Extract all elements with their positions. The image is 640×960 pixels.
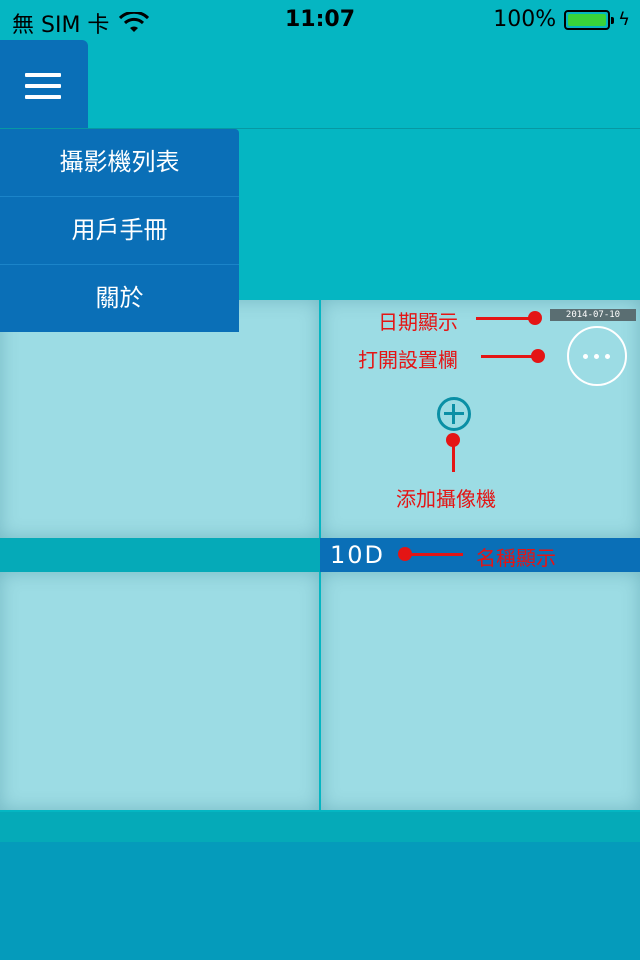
status-right: 100% ϟ	[493, 7, 630, 32]
camera-cell-3[interactable]	[0, 572, 319, 810]
annotation-open-settings: 打開設置欄	[358, 348, 458, 372]
bottom-strip	[0, 812, 640, 842]
hamburger-menu-icon	[25, 73, 61, 77]
menu-item-user-manual[interactable]: 用戶手冊	[0, 197, 239, 265]
camera-cell-1[interactable]	[0, 300, 319, 538]
camera-name: 10D	[330, 541, 386, 569]
annotation-dot	[531, 349, 545, 363]
annotation-dot	[528, 311, 542, 325]
annotation-date-display: 日期顯示	[378, 310, 458, 334]
charging-bolt-icon: ϟ	[618, 9, 630, 30]
more-dots-icon	[583, 354, 588, 359]
menu-item-camera-list[interactable]: 攝影機列表	[0, 129, 239, 197]
add-camera-button[interactable]	[437, 397, 471, 431]
date-timestamp: 2014-07-10 14:06:01	[550, 309, 636, 321]
battery-percent: 100%	[493, 7, 557, 32]
annotation-name-display: 名稱顯示	[476, 546, 556, 570]
annotation-line	[452, 440, 455, 472]
status-bar: 無 SIM 卡 11:07 100% ϟ	[0, 0, 640, 40]
menu-item-about[interactable]: 關於	[0, 265, 239, 332]
settings-button[interactable]	[567, 326, 627, 386]
annotation-add-camera: 添加攝像機	[396, 487, 496, 511]
battery-icon	[564, 9, 615, 30]
camera-cell-4[interactable]	[321, 572, 640, 810]
menu-button[interactable]	[0, 40, 88, 128]
annotation-line	[481, 355, 537, 358]
annotation-line	[405, 553, 463, 556]
dropdown-menu: 攝影機列表 用戶手冊 關於	[0, 129, 239, 332]
annotation-line	[476, 317, 536, 320]
bottom-area	[0, 842, 640, 960]
name-bar-empty	[0, 538, 320, 572]
